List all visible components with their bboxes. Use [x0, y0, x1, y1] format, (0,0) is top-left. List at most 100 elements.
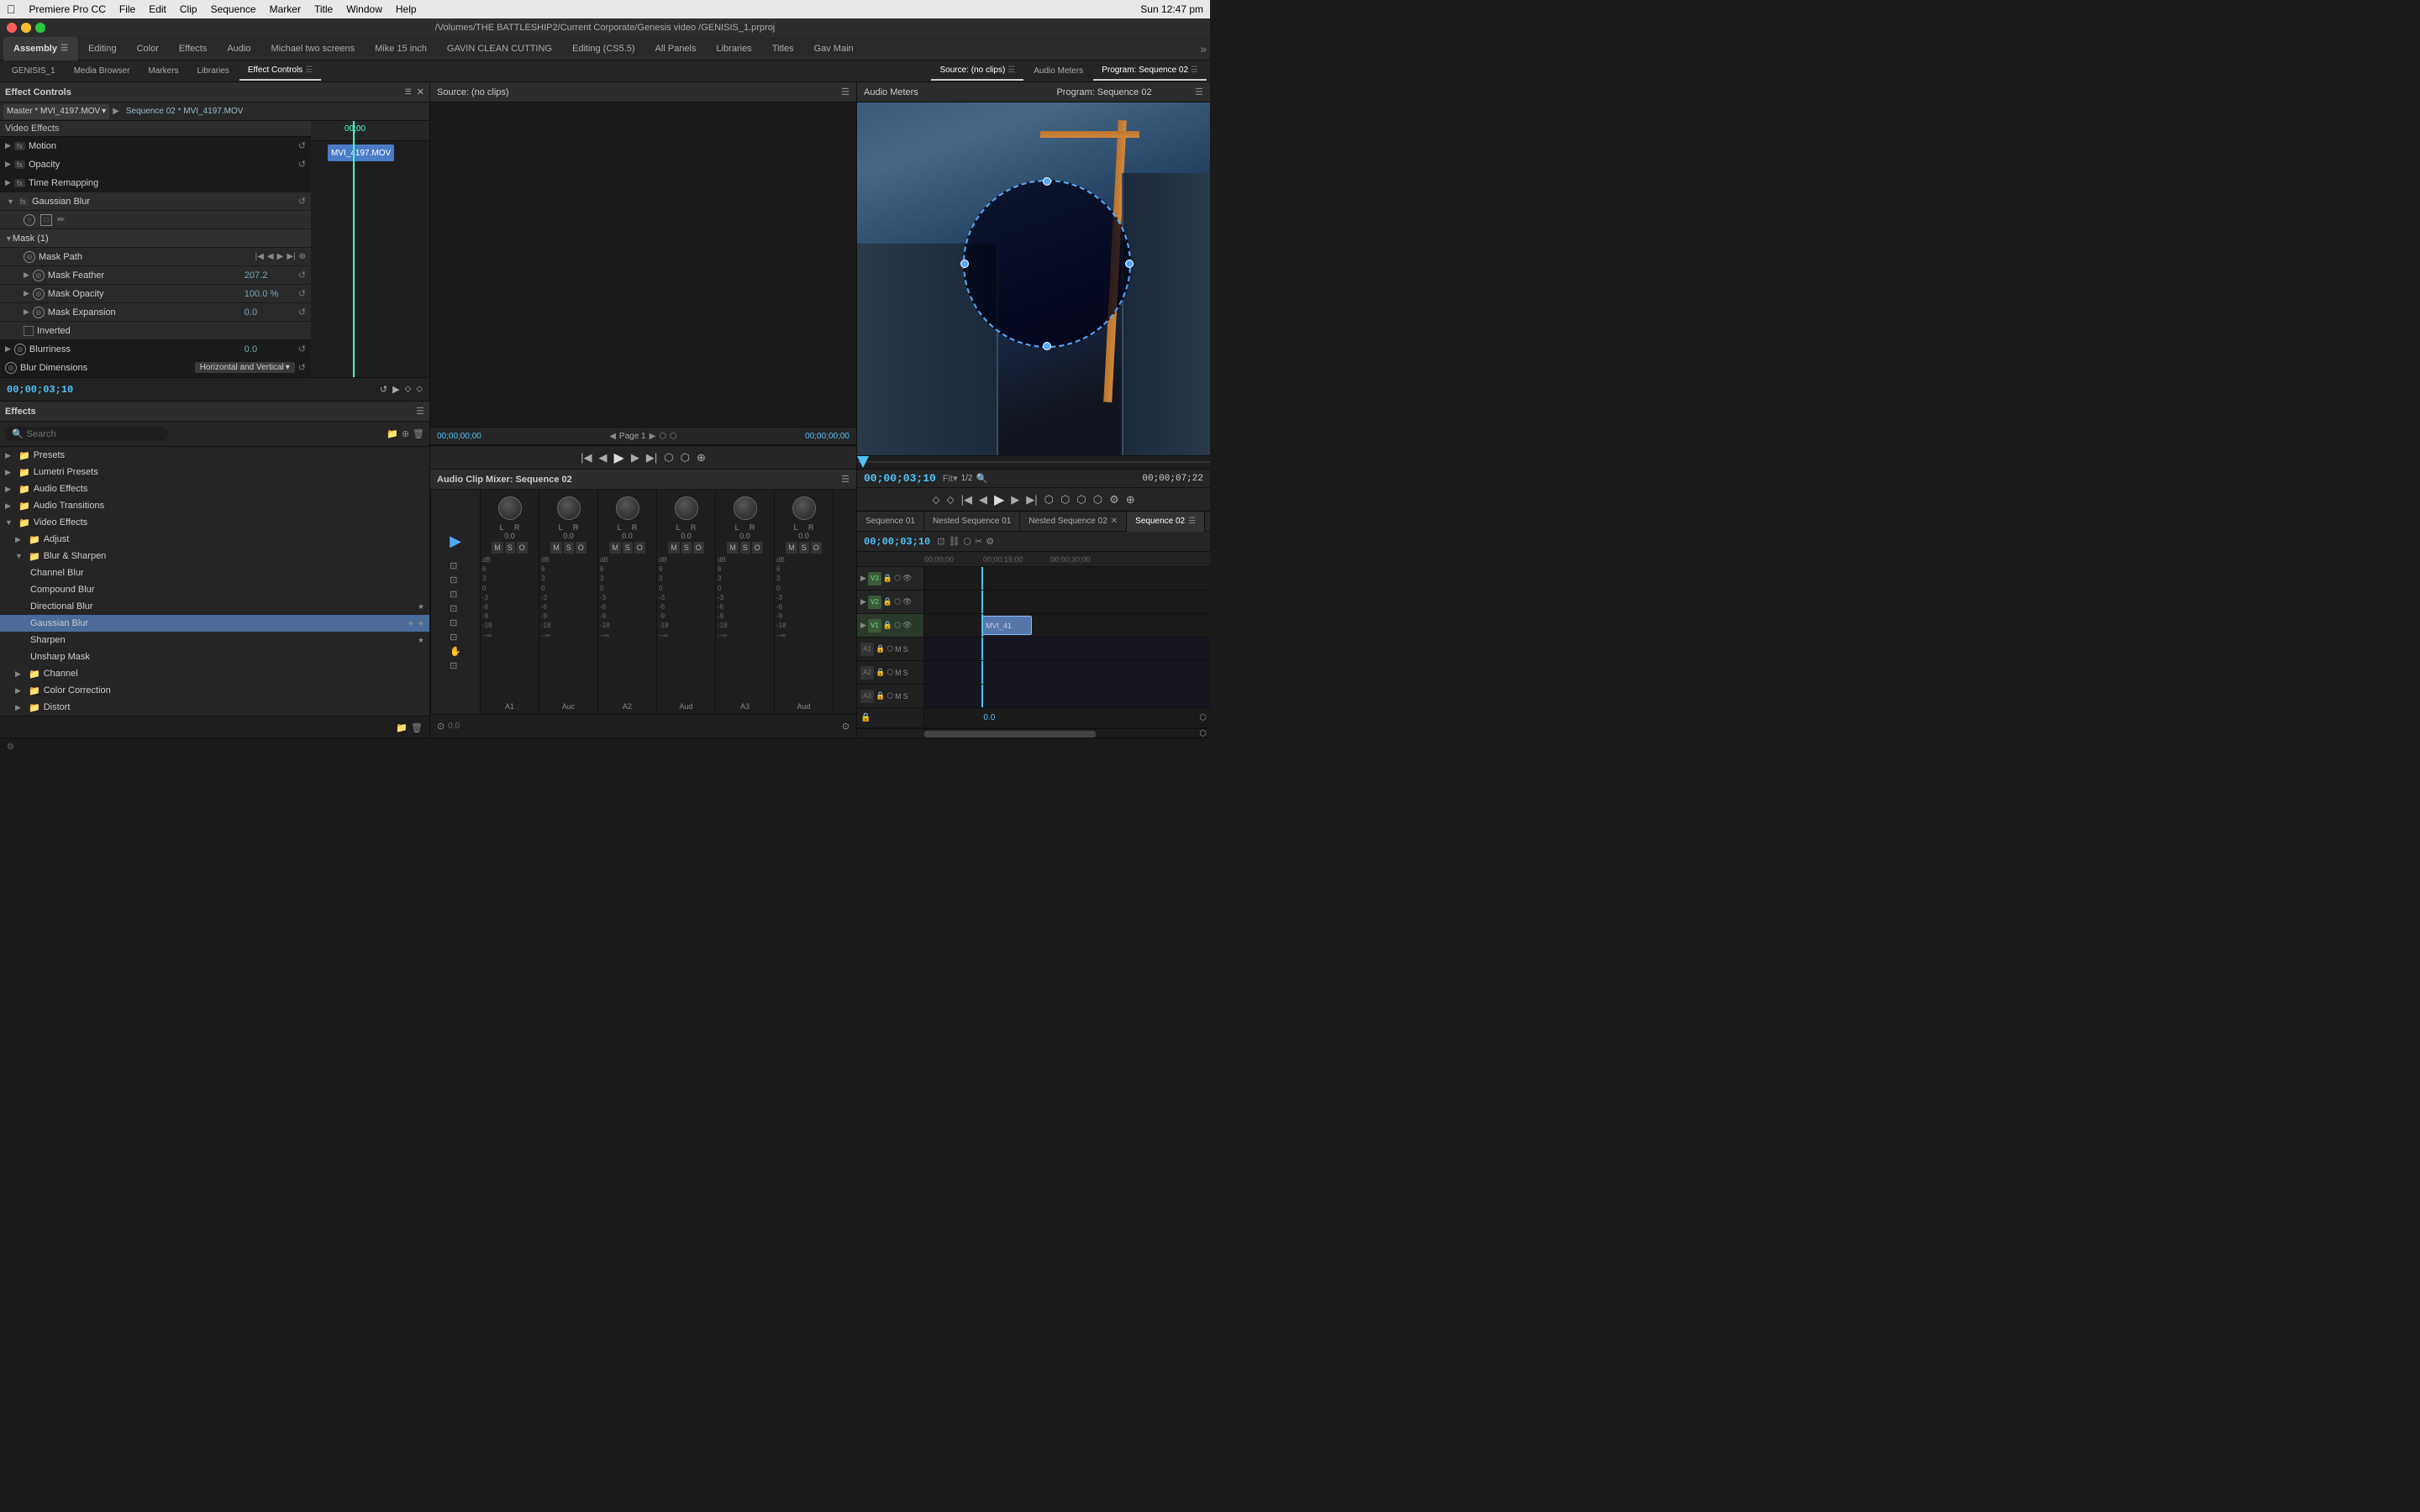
nested02-close[interactable]: ✕ — [1111, 517, 1118, 526]
v2-eye[interactable]: 👁 — [902, 597, 912, 606]
tree-directional-blur[interactable]: Directional Blur ★ — [0, 598, 429, 615]
new-folder-icon[interactable]: 📁 — [387, 428, 398, 439]
workspace-tab-effects[interactable]: Effects — [169, 37, 217, 60]
master-end-btn[interactable]: ⬡ — [1199, 713, 1207, 722]
v3-eye[interactable]: 👁 — [902, 574, 912, 583]
workspace-tab-audio[interactable]: Audio — [217, 37, 260, 60]
source-first-frame[interactable]: |◀ — [581, 451, 592, 465]
mask-opacity-reset[interactable]: ↺ — [298, 288, 306, 299]
v3-expand[interactable]: ▶ — [860, 574, 866, 583]
aud3-pan-knob[interactable] — [792, 496, 816, 520]
master-lock[interactable]: 🔒 — [860, 713, 871, 722]
ellipse-mask-tool[interactable]: ○ — [24, 214, 35, 226]
out-point-button[interactable]: ⬦ — [416, 384, 423, 395]
workspace-tab-libraries[interactable]: Libraries — [707, 37, 762, 60]
workspace-tab-titles[interactable]: Titles — [762, 37, 804, 60]
gaussian-expand[interactable]: ▼ — [7, 197, 14, 206]
source-next-frame[interactable]: ▶ — [631, 451, 639, 465]
effect-timecode[interactable]: 00;00;03;10 — [7, 384, 73, 396]
transport-extra-icon[interactable]: ⊡ — [450, 660, 461, 671]
source-prev-frame[interactable]: ◀ — [599, 451, 608, 465]
workspace-tab-mike15[interactable]: Mike 15 inch — [365, 37, 437, 60]
lumetri-expand[interactable]: ▶ — [5, 468, 15, 477]
program-add-marker[interactable]: ⊕ — [1126, 493, 1135, 507]
tree-audio-effects[interactable]: ▶ 📁 Audio Effects — [0, 480, 429, 497]
a3-track-toggle[interactable]: A3 — [860, 690, 874, 703]
timeline-markers-btn[interactable]: ⬡ — [963, 536, 971, 547]
mask-path-first[interactable]: |◀ — [255, 252, 264, 261]
workspace-tab-gavmain[interactable]: Gav Main — [804, 37, 864, 60]
seq-tab-seq01[interactable]: Sequence 01 — [857, 512, 924, 532]
a1-pan-knob[interactable] — [498, 496, 522, 520]
workspace-tab-gavin[interactable]: GAVIN CLEAN CUTTING — [437, 37, 562, 60]
presets-expand[interactable]: ▶ — [5, 451, 15, 460]
aud3-o-button[interactable]: O — [811, 542, 822, 554]
tab-source[interactable]: Source: (no clips) ☰ — [931, 62, 1023, 81]
menu-marker[interactable]: Marker — [270, 3, 301, 15]
blur-dimensions-keyframe[interactable]: ◎ — [5, 362, 17, 374]
effects-search-bar[interactable]: 🔍 — [5, 427, 168, 441]
v1-lock[interactable]: 🔒 — [883, 621, 892, 630]
pen-mask-tool[interactable]: ✏ — [57, 214, 65, 225]
program-out-point[interactable]: ⬦ — [946, 493, 954, 507]
v1-expand[interactable]: ▶ — [860, 621, 866, 630]
mask-handle-left[interactable] — [960, 260, 969, 268]
v1-eye[interactable]: 👁 — [902, 621, 912, 630]
program-extract-icon[interactable]: ⬡ — [1060, 493, 1070, 507]
mask-opacity-expand[interactable]: ▶ — [24, 289, 29, 298]
v1-clip[interactable]: MVI_41 — [981, 616, 1032, 635]
effect-time-remapping-row[interactable]: ▶ fx Time Remapping — [0, 174, 311, 192]
program-monitor-menu[interactable]: ☰ — [1195, 87, 1203, 97]
menu-sequence[interactable]: Sequence — [211, 3, 256, 15]
assembly-menu-icon[interactable]: ☰ — [60, 44, 68, 53]
adjust-expand[interactable]: ▶ — [15, 535, 25, 544]
loop-button[interactable]: ↺ — [380, 384, 387, 395]
a1-s-button[interactable]: S — [505, 542, 515, 554]
menu-help[interactable]: Help — [396, 3, 417, 15]
auc-s-button[interactable]: S — [564, 542, 574, 554]
menu-title[interactable]: Title — [314, 3, 333, 15]
effects-browser-menu[interactable]: ☰ — [416, 406, 424, 417]
effect-controls-close[interactable]: ✕ — [417, 87, 424, 97]
seq-tab-seq02[interactable]: Sequence 02 ☰ — [1127, 512, 1205, 532]
mask-feather-expand[interactable]: ▶ — [24, 270, 29, 280]
program-compare-icon[interactable]: ⬡ — [1093, 493, 1102, 507]
zoom-icon[interactable]: 🔍 — [976, 473, 988, 484]
mask-expansion-row[interactable]: ▶ ◎ Mask Expansion 0.0 ↺ — [0, 303, 311, 322]
rect-mask-tool[interactable]: □ — [40, 214, 52, 226]
tree-distort[interactable]: ▶ 📁 Distort — [0, 699, 429, 716]
mask-handle-top[interactable] — [1043, 177, 1051, 186]
fit-arrow[interactable]: ▾ — [953, 473, 958, 484]
workspace-tab-allpanels[interactable]: All Panels — [645, 37, 707, 60]
mask-path-next[interactable]: ▶ — [277, 252, 284, 261]
a1-track-toggle[interactable]: A1 — [860, 643, 874, 656]
audio-play-button[interactable]: ▶ — [450, 533, 461, 550]
a3-m-button[interactable]: M — [727, 542, 739, 554]
program-scrubber[interactable] — [857, 455, 1210, 469]
blur-sharpen-expand[interactable]: ▼ — [15, 552, 25, 560]
video-effects-expand[interactable]: ▼ — [5, 518, 15, 527]
mask-opacity-keyframe[interactable]: ◎ — [33, 288, 45, 300]
transport-expand-icon[interactable]: ⊡ — [450, 603, 461, 614]
workspace-chevron[interactable]: » — [1200, 42, 1207, 55]
aud2-m-button[interactable]: M — [668, 542, 680, 554]
workspace-tab-michael[interactable]: Michael two screens — [260, 37, 365, 60]
source-add-marker[interactable]: ⊕ — [697, 451, 706, 465]
a2-m-button[interactable]: M — [609, 542, 621, 554]
menu-app[interactable]: Premiere Pro CC — [29, 3, 106, 15]
auc-m-button[interactable]: M — [550, 542, 562, 554]
program-play-button[interactable]: ▶ — [994, 491, 1004, 508]
mask-feather-value[interactable]: 207.2 — [245, 270, 295, 281]
blurriness-reset[interactable]: ↺ — [298, 344, 306, 354]
master-mute-btn[interactable]: ⊙ — [842, 721, 850, 732]
a3-extra[interactable]: ⬡ — [886, 691, 893, 701]
v3-lock[interactable]: 🔒 — [883, 574, 892, 583]
v2-extra[interactable]: ⬡ — [894, 597, 901, 606]
motion-expand[interactable]: ▶ — [5, 141, 11, 150]
blur-dimensions-dropdown[interactable]: Horizontal and Vertical ▾ — [195, 362, 295, 373]
source-overwrite-icon[interactable]: ⬡ — [681, 451, 690, 465]
tree-channel-blur[interactable]: Channel Blur — [0, 564, 429, 581]
opacity-reset[interactable]: ↺ — [298, 159, 306, 170]
aud2-o-button[interactable]: O — [693, 542, 704, 554]
a1-lock[interactable]: 🔒 — [876, 644, 885, 654]
